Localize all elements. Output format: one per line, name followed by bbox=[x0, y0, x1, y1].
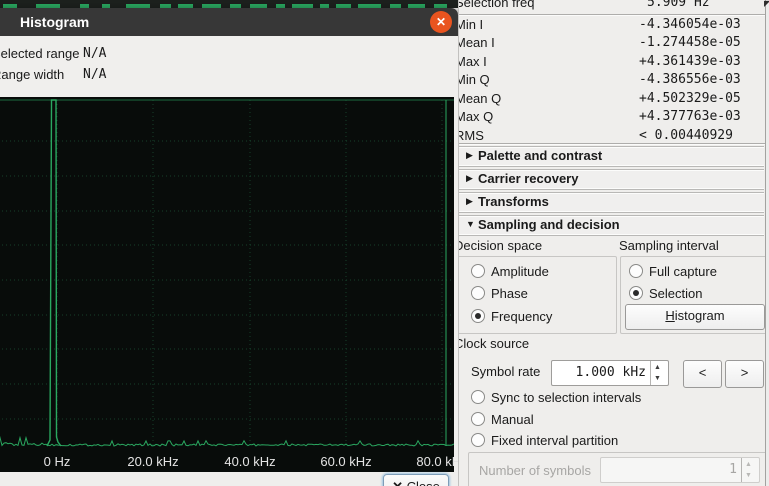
spin-down-icon[interactable]: ▼ bbox=[654, 375, 661, 382]
close-x-icon: ✕ bbox=[392, 479, 403, 486]
spin-down-icon: ▼ bbox=[745, 472, 752, 479]
section-label: Palette and contrast bbox=[478, 148, 602, 163]
separator bbox=[459, 14, 765, 16]
number-of-symbols-label: Number of symbols bbox=[479, 463, 591, 478]
selected-range-value: N/A bbox=[83, 46, 106, 61]
scroll-arrow-icon[interactable]: ◤ bbox=[764, 0, 769, 8]
spinner[interactable]: ▲ ▼ bbox=[650, 361, 668, 385]
radio-full-capture[interactable] bbox=[629, 264, 643, 278]
range-width-value: N/A bbox=[83, 67, 106, 82]
radio-fixed-interval-label[interactable]: Fixed interval partition bbox=[491, 433, 618, 448]
radio-amplitude-label[interactable]: Amplitude bbox=[491, 264, 549, 279]
symbol-rate-value: 1.000 kHz bbox=[576, 365, 646, 380]
radio-phase-label[interactable]: Phase bbox=[491, 286, 528, 301]
x-axis-tick-label: 40.0 kHz bbox=[224, 454, 275, 469]
histogram-plot bbox=[0, 97, 454, 452]
x-axis-tick-label: 20.0 kHz bbox=[127, 454, 178, 469]
min-i-value: -4.346054e-03 bbox=[639, 17, 741, 32]
spin-up-icon[interactable]: ▲ bbox=[654, 364, 661, 371]
histogram-button[interactable]: Histogram bbox=[625, 304, 765, 330]
radio-sync-to-selection-label[interactable]: Sync to selection intervals bbox=[491, 390, 641, 405]
max-q-value: +4.377763e-03 bbox=[639, 109, 741, 124]
step-back-button[interactable]: < bbox=[683, 360, 722, 388]
radio-manual-label[interactable]: Manual bbox=[491, 412, 534, 427]
section-label: Carrier recovery bbox=[478, 171, 578, 186]
spinner-disabled: ▲ ▼ bbox=[741, 458, 759, 482]
mean-q-label: Mean Q bbox=[458, 91, 501, 106]
radio-selection[interactable] bbox=[629, 286, 643, 300]
max-i-value: +4.361439e-03 bbox=[639, 54, 741, 69]
section-carrier-recovery[interactable]: ▶ Carrier recovery bbox=[459, 169, 764, 190]
radio-manual[interactable] bbox=[471, 412, 485, 426]
radio-fixed-interval[interactable] bbox=[471, 433, 485, 447]
triangle-right-icon: ▶ bbox=[466, 196, 473, 207]
sampling-interval-label: Sampling interval bbox=[619, 238, 719, 253]
selection-freq-label: Selection freq bbox=[458, 0, 535, 10]
radio-phase[interactable] bbox=[471, 286, 485, 300]
mean-q-value: +4.502329e-05 bbox=[639, 91, 741, 106]
close-button-label: Close bbox=[407, 479, 440, 486]
dialog-title: Histogram bbox=[20, 14, 89, 30]
symbol-rate-spinbox[interactable]: 1.000 kHz ▲ ▼ bbox=[551, 360, 669, 386]
separator bbox=[459, 143, 765, 145]
radio-frequency[interactable] bbox=[471, 309, 485, 323]
max-q-label: Max Q bbox=[458, 109, 493, 124]
section-sampling-and-decision[interactable]: ▼ Sampling and decision bbox=[459, 215, 764, 236]
x-axis-tick-label: 60.0 kHz bbox=[320, 454, 371, 469]
number-of-symbols-spinbox: 1 ▲ ▼ bbox=[600, 457, 760, 483]
min-i-label: Min I bbox=[458, 17, 483, 32]
radio-frequency-label[interactable]: Frequency bbox=[491, 309, 552, 324]
selected-range-label: Selected range bbox=[0, 46, 79, 61]
decision-space-label: Decision space bbox=[458, 238, 542, 253]
triangle-down-icon: ▼ bbox=[466, 219, 475, 229]
min-q-value: -4.386556e-03 bbox=[639, 72, 741, 87]
number-of-symbols-value: 1 bbox=[729, 462, 737, 477]
triangle-right-icon: ▶ bbox=[466, 173, 473, 184]
rms-value: < 0.00440929 bbox=[639, 128, 733, 143]
x-axis: 0 Hz 20.0 kHz 40.0 kHz 60.0 kHz 80.0 kHz bbox=[0, 452, 454, 472]
side-panel: Selection freq 5.909 Hz Min I -4.346054e… bbox=[458, 0, 769, 486]
close-icon[interactable]: ✕ bbox=[430, 11, 452, 33]
section-label: Sampling and decision bbox=[478, 217, 620, 232]
step-forward-button[interactable]: > bbox=[725, 360, 764, 388]
selection-freq-value: 5.909 Hz bbox=[647, 0, 710, 10]
triangle-right-icon: ▶ bbox=[466, 150, 473, 161]
dialog-button-bar: ✕ Close bbox=[0, 472, 458, 486]
mean-i-label: Mean I bbox=[458, 35, 495, 50]
radio-full-capture-label[interactable]: Full capture bbox=[649, 264, 717, 279]
histogram-dialog: Histogram ✕ Selected range N/A Range wid… bbox=[0, 8, 458, 486]
scrollbar[interactable] bbox=[765, 0, 769, 486]
clock-source-label: Clock source bbox=[458, 336, 529, 351]
x-axis-tick-label: 0 Hz bbox=[44, 454, 71, 469]
section-label: Transforms bbox=[478, 194, 549, 209]
histogram-button-mnemonic: H bbox=[665, 308, 674, 323]
dialog-titlebar[interactable]: Histogram ✕ bbox=[0, 8, 458, 36]
max-i-label: Max I bbox=[458, 54, 487, 69]
spectrogram-strip bbox=[0, 0, 458, 8]
radio-selection-label[interactable]: Selection bbox=[649, 286, 702, 301]
symbol-rate-label: Symbol rate bbox=[471, 364, 540, 379]
min-q-label: Min Q bbox=[458, 72, 490, 87]
radio-sync-to-selection[interactable] bbox=[471, 390, 485, 404]
spin-up-icon: ▲ bbox=[745, 461, 752, 468]
rms-label: RMS bbox=[458, 128, 484, 143]
radio-amplitude[interactable] bbox=[471, 264, 485, 278]
histogram-button-label: istogram bbox=[675, 308, 725, 323]
app-screen: Histogram ✕ Selected range N/A Range wid… bbox=[0, 0, 769, 486]
section-transforms[interactable]: ▶ Transforms bbox=[459, 192, 764, 213]
range-width-label: Range width bbox=[0, 67, 64, 82]
section-palette-and-contrast[interactable]: ▶ Palette and contrast bbox=[459, 146, 764, 167]
mean-i-value: -1.274458e-05 bbox=[639, 35, 741, 50]
close-dialog-button[interactable]: ✕ Close bbox=[383, 474, 449, 486]
